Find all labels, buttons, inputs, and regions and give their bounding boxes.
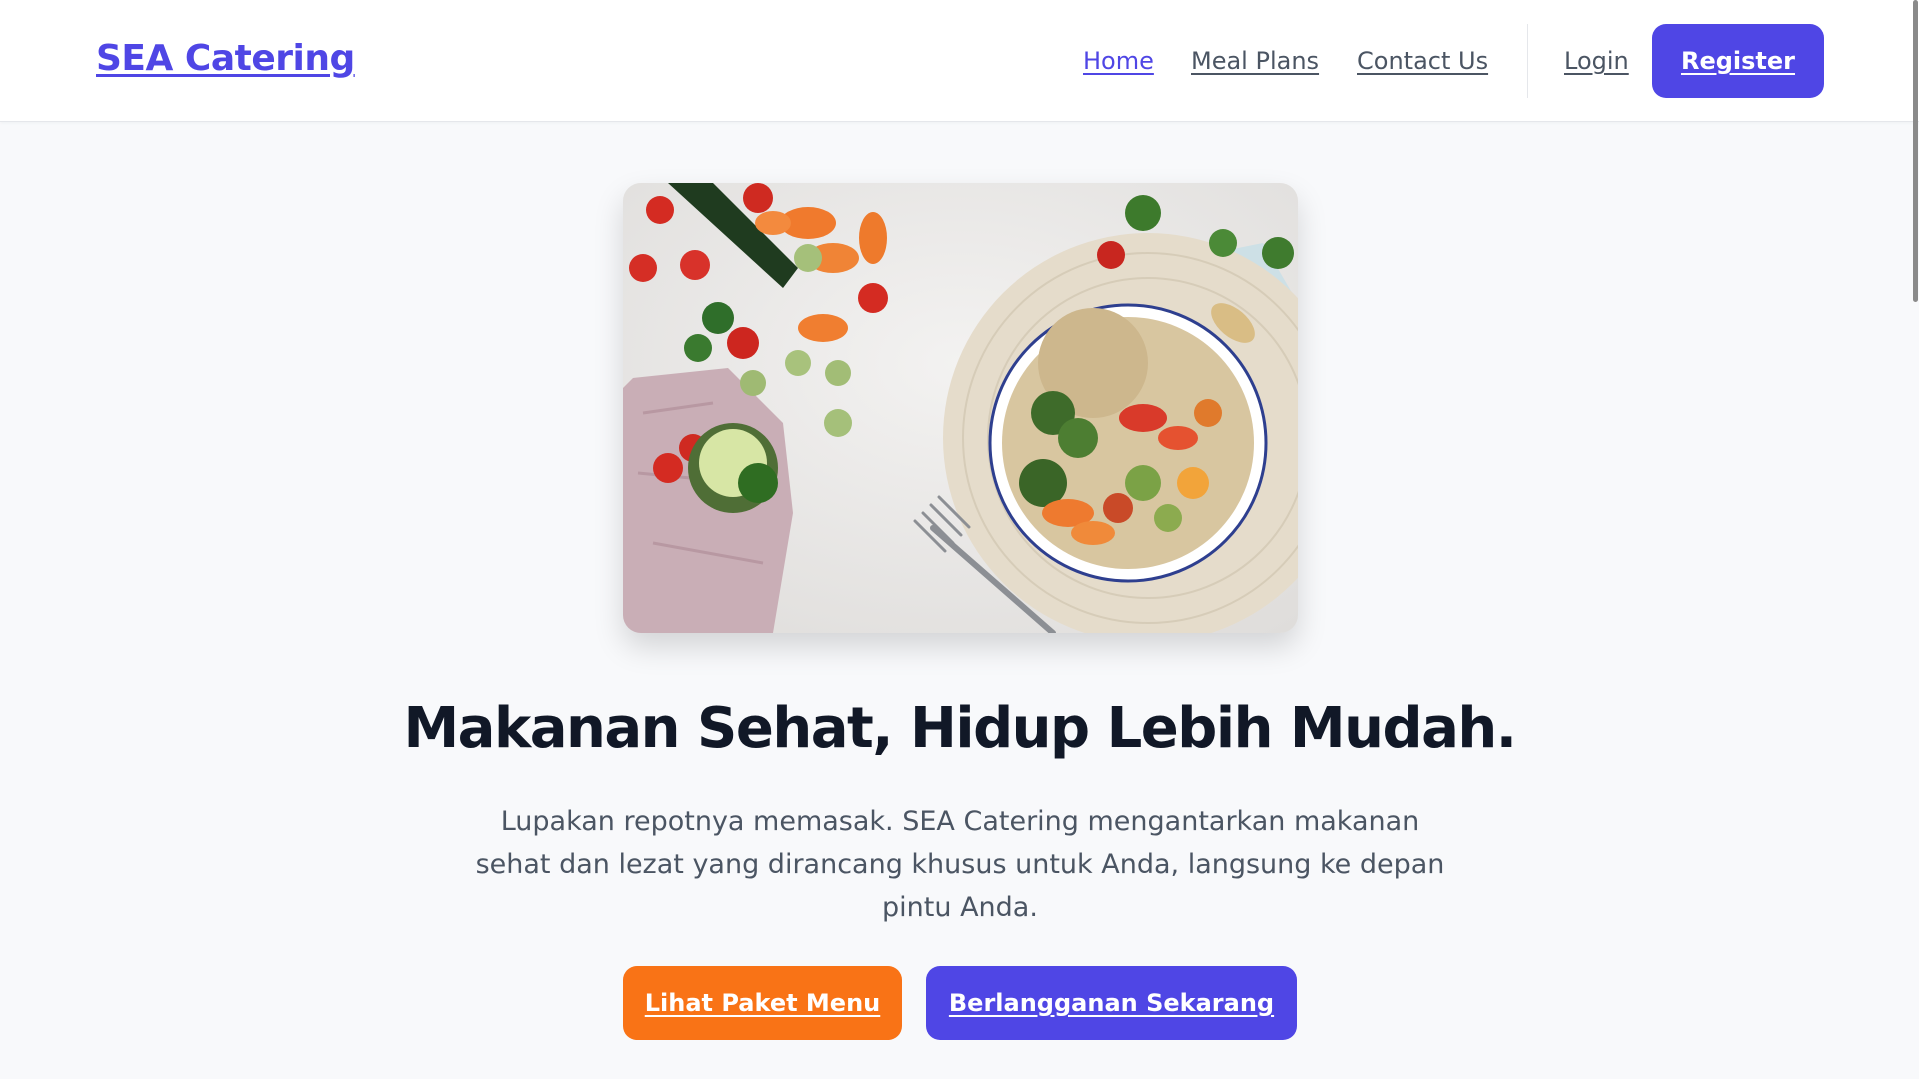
nav-link-home[interactable]: Home <box>1083 47 1154 75</box>
nav-link-contact-us[interactable]: Contact Us <box>1357 47 1488 75</box>
scrollbar-thumb[interactable] <box>1913 0 1918 302</box>
nav-divider <box>1527 24 1528 98</box>
view-menu-button[interactable]: Lihat Paket Menu <box>623 966 902 1040</box>
hero-description: Lupakan repotnya memasak. SEA Catering m… <box>475 806 1445 923</box>
navbar: SEA Catering Home Meal Plans Contact Us … <box>0 0 1919 122</box>
register-button[interactable]: Register <box>1652 24 1824 98</box>
page-scrollbar[interactable] <box>1912 0 1919 1079</box>
nav-link-meal-plans[interactable]: Meal Plans <box>1191 47 1319 75</box>
login-link[interactable]: Login <box>1564 47 1629 75</box>
hero-title: Makanan Sehat, Hidup Lebih Mudah. <box>403 696 1517 761</box>
brand-logo-link[interactable]: SEA Catering <box>96 38 355 79</box>
subscribe-now-button[interactable]: Berlangganan Sekarang <box>926 966 1297 1040</box>
hero-food-image <box>623 183 1298 633</box>
